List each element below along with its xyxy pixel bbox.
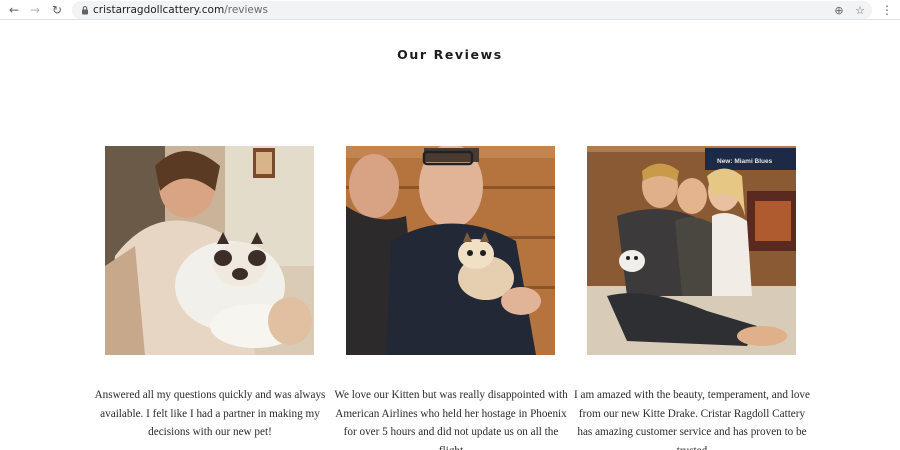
arrow-right-icon[interactable]: →: [28, 3, 42, 17]
url-path: /reviews: [224, 4, 268, 16]
reload-icon[interactable]: ↻: [50, 3, 64, 17]
review-card: We love our Kitten but was really disapp…: [334, 146, 568, 450]
review-card: Answered all my questions quickly and wa…: [95, 146, 325, 438]
review-card: New: Miami Blues I am amazed with the be…: [574, 146, 810, 450]
url-text[interactable]: cristarragdollcattery.com/reviews: [93, 3, 268, 17]
review-text: We love our Kitten but was really disapp…: [334, 389, 568, 450]
review-photo-family-kitten: New: Miami Blues: [587, 146, 796, 355]
review-photo-woman-kitten: [105, 146, 314, 355]
install-app-icon[interactable]: ⊕: [832, 3, 846, 17]
review-text: I am amazed with the beauty, temperament…: [574, 389, 810, 450]
address-bar[interactable]: cristarragdollcattery.com/reviews ⊕ ☆: [72, 1, 872, 19]
page-title: Our Reviews: [397, 47, 503, 62]
lock-icon: [82, 6, 88, 15]
review-photo-men-kitten: [346, 146, 555, 355]
star-icon[interactable]: ☆: [853, 3, 867, 17]
url-domain: cristarragdollcattery.com: [93, 4, 225, 16]
tv-screen-text: New: Miami Blues: [717, 158, 773, 165]
browser-toolbar: ← → ↻ cristarragdollcattery.com/reviews …: [0, 0, 900, 20]
review-text: Answered all my questions quickly and wa…: [94, 389, 326, 438]
kebab-menu-icon[interactable]: ⋮: [880, 3, 894, 17]
arrow-left-icon[interactable]: ←: [7, 3, 21, 17]
